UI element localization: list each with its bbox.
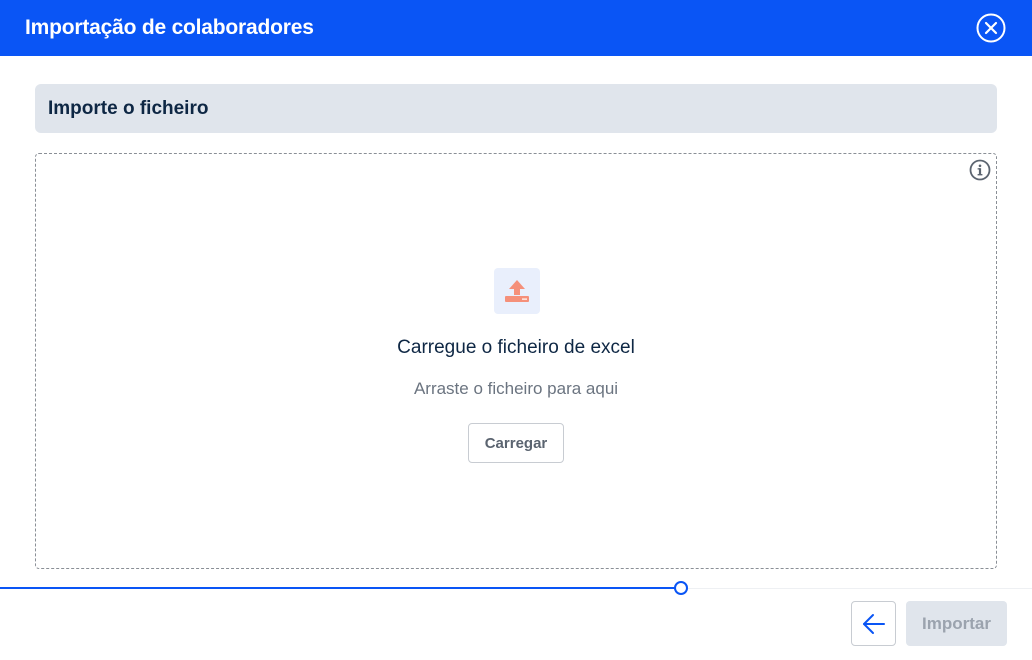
file-dropzone[interactable]: Carregue o ficheiro de excel Arraste o f… bbox=[35, 153, 997, 569]
modal-header: Importação de colaboradores bbox=[0, 0, 1032, 56]
upload-tray-icon bbox=[505, 280, 529, 302]
upload-button[interactable]: Carregar bbox=[468, 423, 564, 463]
back-button[interactable] bbox=[851, 601, 896, 646]
arrow-left-icon bbox=[862, 613, 885, 634]
dropzone-title: Carregue o ficheiro de excel bbox=[397, 337, 635, 358]
step-progress-knob bbox=[674, 581, 688, 595]
import-modal: Importação de colaboradores Importe o fi… bbox=[0, 0, 1032, 660]
info-circle-icon bbox=[969, 159, 991, 181]
modal-title: Importação de colaboradores bbox=[25, 16, 314, 39]
import-button[interactable]: Importar bbox=[906, 601, 1007, 646]
section-title: Importe o ficheiro bbox=[48, 97, 209, 119]
upload-icon-container bbox=[494, 268, 540, 314]
step-progress bbox=[0, 581, 1032, 595]
close-button[interactable] bbox=[976, 13, 1006, 43]
section-header: Importe o ficheiro bbox=[35, 84, 997, 133]
info-button[interactable] bbox=[969, 159, 991, 181]
close-circle-icon bbox=[976, 13, 1006, 43]
dropzone-subtitle: Arraste o ficheiro para aqui bbox=[413, 379, 619, 398]
step-progress-fill bbox=[0, 587, 681, 589]
